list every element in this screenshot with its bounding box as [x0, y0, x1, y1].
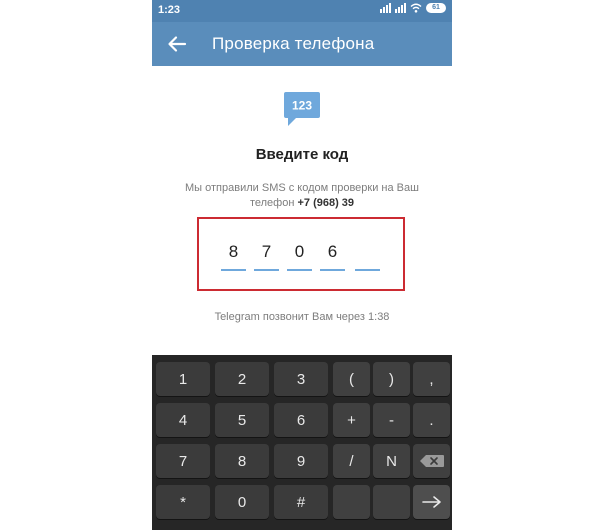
sms-code-icon: 123: [284, 92, 320, 126]
page-heading: Введите код: [255, 146, 349, 163]
key-asterisk[interactable]: *: [156, 485, 210, 519]
status-bar: 1:23 61: [152, 0, 452, 22]
code-digit-4[interactable]: 6: [320, 235, 345, 271]
phone-screen: 1:23 61 Проверка телефона 123 Введите ко…: [152, 0, 452, 530]
key-6[interactable]: 6: [274, 403, 328, 437]
key-plus[interactable]: +: [333, 403, 370, 437]
numeric-keyboard: 1 2 3 ( ) , 4 5 6 + - . 7 8 9 / N * 0 #: [152, 355, 452, 530]
backspace-icon: [419, 455, 444, 467]
phone-number: +7 (968) 39: [297, 197, 355, 209]
sms-code-icon-text: 123: [292, 99, 312, 113]
code-digit-5[interactable]: [355, 235, 380, 271]
key-close-paren[interactable]: ): [373, 362, 410, 396]
wifi-icon: [410, 3, 422, 13]
key-minus[interactable]: -: [373, 403, 410, 437]
code-digit-3[interactable]: 0: [287, 235, 312, 271]
key-7[interactable]: 7: [156, 444, 210, 478]
call-countdown-text: Telegram позвонит Вам через 1:38: [214, 311, 390, 323]
key-n[interactable]: N: [373, 444, 410, 478]
signal-icon: [380, 3, 391, 13]
sms-info-line2-prefix: телефон: [249, 197, 295, 209]
enter-key[interactable]: [413, 485, 450, 519]
backspace-key[interactable]: [413, 444, 450, 478]
key-blank-1[interactable]: [333, 485, 370, 519]
key-2[interactable]: 2: [215, 362, 269, 396]
signal-icon-2: [395, 3, 406, 13]
status-time: 1:23: [158, 4, 181, 16]
key-period[interactable]: .: [413, 403, 450, 437]
sms-info-text: Мы отправили SMS с кодом проверки на Ваш…: [164, 181, 440, 211]
key-blank-2[interactable]: [373, 485, 410, 519]
key-4[interactable]: 4: [156, 403, 210, 437]
key-8[interactable]: 8: [215, 444, 269, 478]
app-bar: Проверка телефона: [152, 22, 452, 66]
key-0[interactable]: 0: [215, 485, 269, 519]
key-hash[interactable]: #: [274, 485, 328, 519]
code-digit-2[interactable]: 7: [254, 235, 279, 271]
sms-info-line1: Мы отправили SMS с кодом проверки на Ваш: [185, 182, 419, 194]
status-icons: 61: [380, 3, 446, 13]
key-5[interactable]: 5: [215, 403, 269, 437]
key-comma[interactable]: ,: [413, 362, 450, 396]
arrow-right-icon: [421, 496, 441, 508]
key-9[interactable]: 9: [274, 444, 328, 478]
back-arrow-icon[interactable]: [164, 31, 190, 57]
key-slash[interactable]: /: [333, 444, 370, 478]
key-1[interactable]: 1: [156, 362, 210, 396]
battery-icon: 61: [426, 3, 446, 13]
key-3[interactable]: 3: [274, 362, 328, 396]
code-digit-1[interactable]: 8: [221, 235, 246, 271]
app-bar-title: Проверка телефона: [212, 34, 375, 53]
key-open-paren[interactable]: (: [333, 362, 370, 396]
